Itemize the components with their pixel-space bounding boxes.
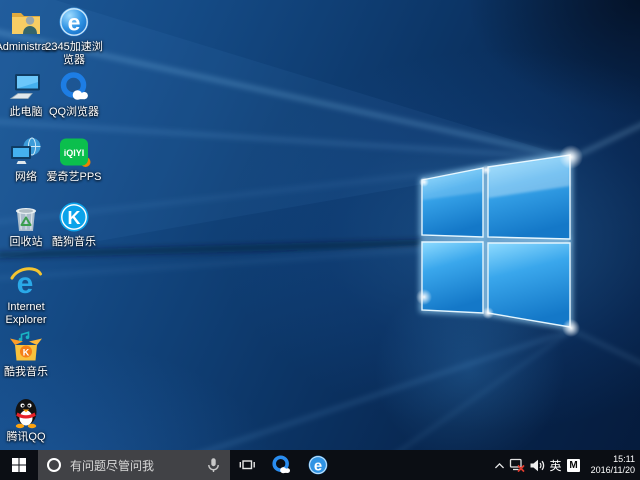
clock-time: 15:11	[585, 454, 635, 465]
desktop-icon-label: 腾讯QQ	[6, 431, 45, 444]
clock[interactable]: 15:11 2016/11/20	[583, 454, 638, 476]
recycle-bin-icon	[8, 199, 44, 235]
clock-date: 2016/11/20	[585, 465, 635, 476]
taskbar: 有问题尽管问我	[0, 450, 640, 480]
system-tray: 英 M 15:11 2016/11/20	[491, 450, 640, 480]
svg-text:e: e	[314, 459, 322, 475]
desktop-icon-label: 爱奇艺PPS	[46, 171, 101, 184]
ime-mode-badge: M	[567, 459, 580, 472]
desktop-icon-label: 酷我音乐	[4, 366, 48, 379]
windows-logo-icon	[11, 457, 27, 473]
cortana-icon	[46, 457, 62, 473]
svg-text:K: K	[68, 208, 81, 228]
desktop: Administra... 此电脑 网络	[0, 0, 640, 480]
microphone-icon[interactable]	[205, 457, 222, 473]
iqiyi-pps-icon: iQIYI	[56, 134, 92, 170]
desktop-icon-iqiyi-pps[interactable]: iQIYI 爱奇艺PPS	[44, 134, 104, 184]
desktop-icon-label: Internet Explorer	[0, 301, 56, 327]
network-icon	[8, 134, 44, 170]
desktop-icon-label: 酷狗音乐	[52, 236, 96, 249]
search-box[interactable]: 有问题尽管问我	[38, 450, 230, 480]
svg-text:K: K	[23, 348, 30, 358]
kugou-music-icon: K	[56, 199, 92, 235]
taskbar-2345-browser-button[interactable]: e	[301, 450, 335, 480]
this-pc-icon	[8, 69, 44, 105]
svg-text:iQIYI: iQIYI	[64, 148, 85, 158]
2345-browser-icon: e	[56, 4, 92, 40]
light-glints	[416, 145, 583, 337]
desktop-icon-internet-explorer[interactable]: e Internet Explorer	[0, 264, 56, 327]
desktop-icon-tencent-qq[interactable]: 腾讯QQ	[0, 394, 56, 444]
tray-network-status-button[interactable]	[507, 450, 527, 480]
desktop-icon-label: 2345加速浏览器	[44, 41, 104, 67]
kuwo-music-icon: K	[8, 329, 44, 365]
desktop-icon-label: 网络	[15, 171, 37, 184]
desktop-icon-label: 回收站	[10, 236, 43, 249]
desktop-icon-kuwo-music[interactable]: K 酷我音乐	[0, 329, 56, 379]
windows-logo	[422, 155, 570, 327]
search-placeholder: 有问题尽管问我	[70, 457, 197, 474]
qq-penguin-icon	[8, 394, 44, 430]
desktop-icon-kugou-music[interactable]: K 酷狗音乐	[44, 199, 104, 249]
desktop-icon-qq-browser[interactable]: QQ浏览器	[44, 69, 104, 119]
user-folder-icon	[8, 4, 44, 40]
tray-show-hidden-icons-button[interactable]	[491, 450, 507, 480]
ime-language-indicator[interactable]: 英	[547, 450, 564, 480]
network-disconnected-icon	[509, 457, 525, 473]
task-view-button[interactable]	[230, 450, 264, 480]
desktop-icon-label: QQ浏览器	[49, 106, 99, 119]
ime-mode-button[interactable]: M	[564, 450, 583, 480]
desktop-icon-label: 此电脑	[10, 106, 43, 119]
tray-volume-button[interactable]	[527, 450, 547, 480]
internet-explorer-icon: e	[8, 264, 44, 300]
start-button[interactable]	[0, 450, 38, 480]
qq-browser-icon	[56, 69, 92, 105]
2345-browser-icon: e	[307, 454, 329, 476]
svg-text:e: e	[68, 10, 81, 36]
desktop-icon-2345-browser[interactable]: e 2345加速浏览器	[44, 4, 104, 67]
task-view-icon	[238, 457, 256, 473]
taskbar-qq-browser-button[interactable]	[264, 450, 298, 480]
speaker-icon	[529, 458, 545, 473]
qq-browser-icon	[270, 454, 292, 476]
chevron-up-icon	[493, 459, 506, 472]
